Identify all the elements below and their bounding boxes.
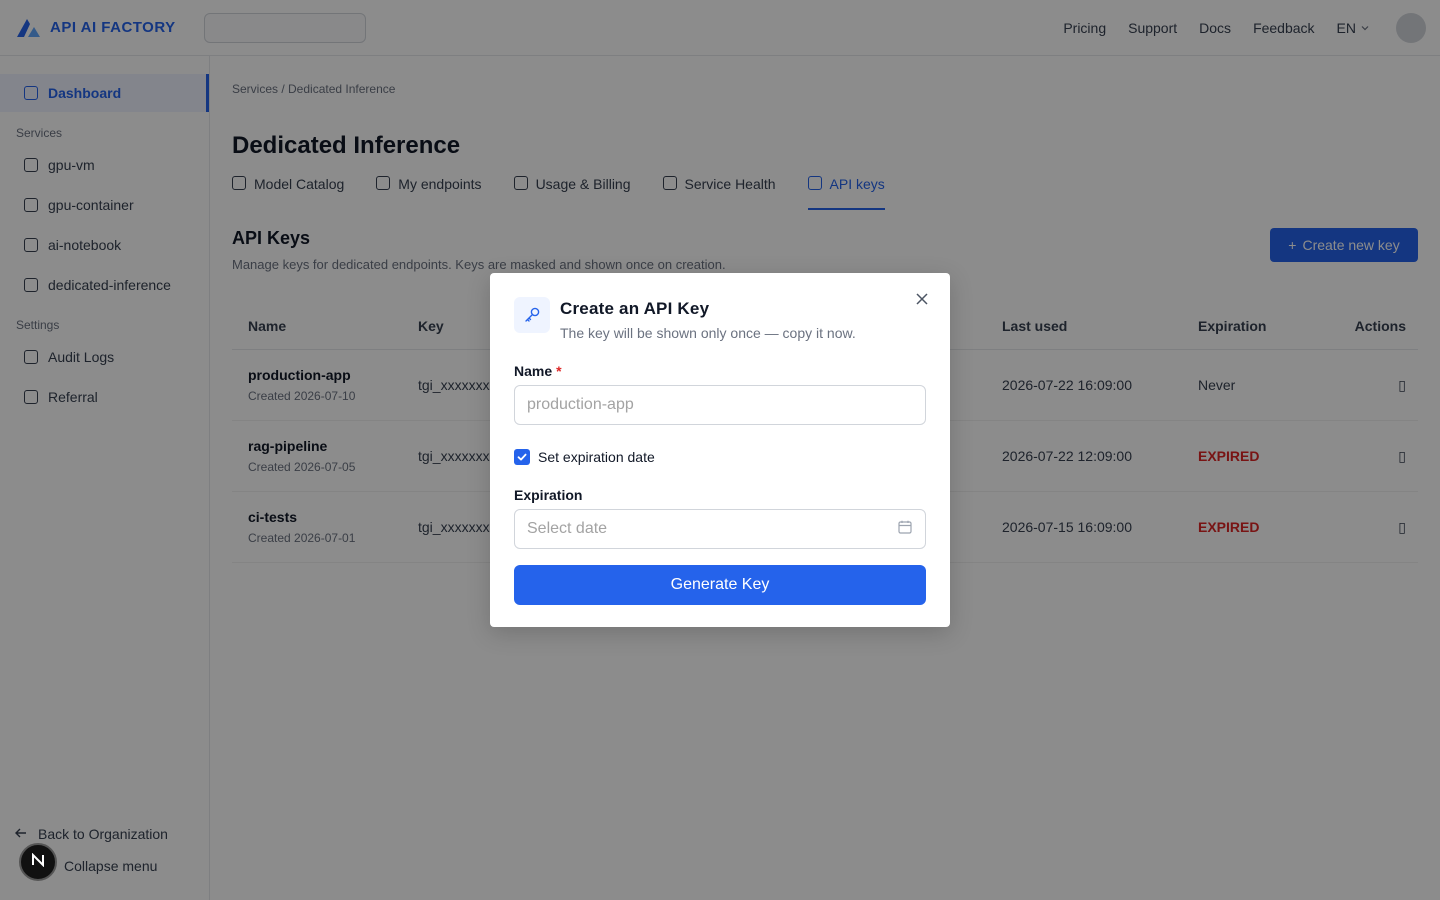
expiration-toggle[interactable]: Set expiration date	[514, 449, 926, 465]
dialog-subtitle: The key will be shown only once — copy i…	[560, 325, 856, 341]
name-label-text: Name	[514, 363, 553, 379]
close-dialog-button[interactable]	[912, 291, 932, 311]
create-api-key-dialog: Create an API Key The key will be shown …	[490, 273, 950, 627]
key-icon	[514, 297, 550, 333]
date-placeholder: Select date	[527, 520, 608, 537]
close-icon	[915, 292, 929, 311]
expiration-field-group: Expiration Select date	[514, 487, 926, 549]
calendar-icon	[897, 519, 913, 540]
expiration-checkbox[interactable]	[514, 449, 530, 465]
dialog-header: Create an API Key The key will be shown …	[514, 297, 926, 341]
n-logo-icon	[31, 852, 45, 872]
dev-tools-badge[interactable]	[19, 843, 57, 881]
name-field-group: Name *	[514, 363, 926, 425]
expiration-checkbox-label: Set expiration date	[538, 449, 655, 465]
generate-key-button[interactable]: Generate Key	[514, 565, 926, 605]
expiration-field-label: Expiration	[514, 487, 583, 503]
expiration-date-picker[interactable]: Select date	[514, 509, 926, 549]
name-field-label: Name *	[514, 363, 926, 379]
name-input[interactable]	[514, 385, 926, 425]
dialog-title: Create an API Key	[560, 299, 710, 318]
check-icon	[517, 453, 527, 461]
required-mark: *	[556, 363, 562, 379]
